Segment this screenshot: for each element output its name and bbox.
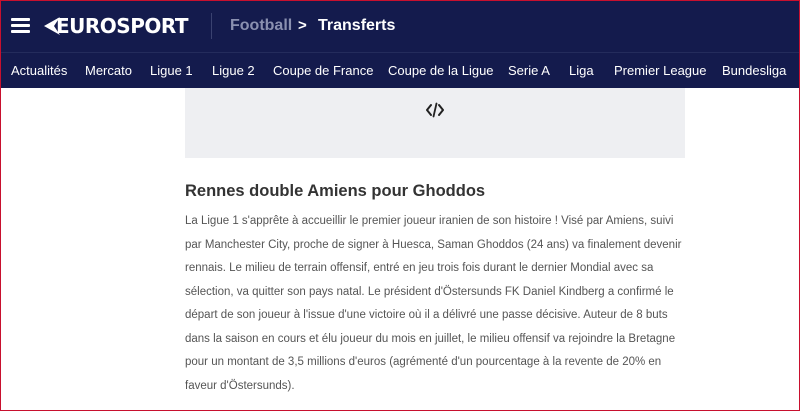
article-text-line: rennais. Le milieu de terrain offensif, … <box>185 262 654 274</box>
article-text-line: faveur d'Östersunds). <box>185 379 295 392</box>
breadcrumb-chevron-icon: > <box>298 17 307 34</box>
article-text-line: La Ligue 1 s'apprête à accueillir le pre… <box>185 215 674 227</box>
breadcrumb-transferts: Transferts <box>318 17 396 34</box>
article-text-line: sélection, va quitter son pays natal. Le… <box>185 285 674 298</box>
article-body: La Ligue 1 s'apprête à accueillir le pre… <box>185 210 685 398</box>
article-heading: Rennes double Amiens pour Ghoddos <box>185 182 486 200</box>
hamburger-menu-icon[interactable] <box>11 18 30 33</box>
nav-item-ligue-2[interactable]: Ligue 2 <box>212 63 255 79</box>
article-text-line: pour un montant de 3,5 millions d'euros … <box>185 356 662 368</box>
nav-item-coupe-de-la-ligue[interactable]: Coupe de la Ligue <box>388 63 494 79</box>
nav-item-coupe-de-france[interactable]: Coupe de France <box>273 63 373 79</box>
nav-item-actualites[interactable]: Actualités <box>11 63 67 79</box>
code-icon[interactable] <box>426 102 444 118</box>
breadcrumb-football[interactable]: Football <box>230 16 292 36</box>
nav-item-bundesliga[interactable]: Bundesliga <box>722 63 786 79</box>
header-divider <box>211 13 212 39</box>
article-text-line: par Manchester City, proche de signer à … <box>185 238 682 251</box>
top-header: EUROSPORT Football > Transferts <box>0 0 800 52</box>
nav-item-liga[interactable]: Liga <box>569 63 594 79</box>
nav-item-mercato[interactable]: Mercato <box>85 63 132 79</box>
article-text-line: dans la saison en cours et élu joueur du… <box>185 332 676 345</box>
nav-item-serie-a[interactable]: Serie A <box>508 63 550 79</box>
nav-item-ligue-1[interactable]: Ligue 1 <box>150 63 193 79</box>
nav-item-premier-league[interactable]: Premier League <box>614 63 707 79</box>
sports-nav-bar: Actualités Mercato Ligue 1 Ligue 2 Coupe… <box>0 52 800 88</box>
article-text-line: départ de son joueur à l'issue d'une vic… <box>185 309 668 321</box>
embedded-content-placeholder <box>185 88 685 158</box>
logo-text: EUROSPORT <box>56 14 189 38</box>
